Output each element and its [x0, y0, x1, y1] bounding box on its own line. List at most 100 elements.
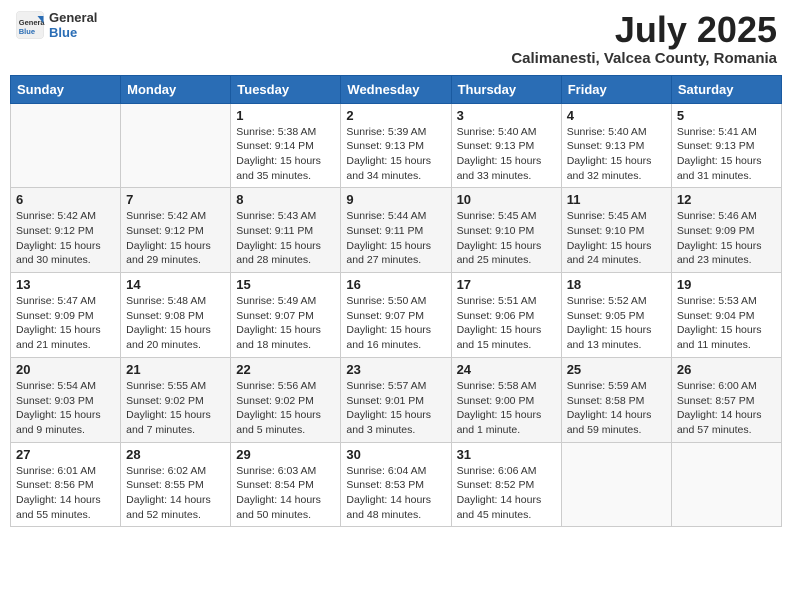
day-detail: Sunrise: 5:48 AM Sunset: 9:08 PM Dayligh…	[126, 294, 225, 353]
calendar-cell: 27 Sunrise: 6:01 AM Sunset: 8:56 PM Dayli…	[11, 442, 121, 527]
day-number: 31	[457, 447, 556, 462]
day-detail: Sunrise: 6:01 AM Sunset: 8:56 PM Dayligh…	[16, 464, 115, 523]
calendar-week-row: 1 Sunrise: 5:38 AM Sunset: 9:14 PM Daylig…	[11, 103, 782, 188]
calendar-cell: 20 Sunrise: 5:54 AM Sunset: 9:03 PM Dayli…	[11, 357, 121, 442]
day-number: 8	[236, 192, 335, 207]
day-number: 5	[677, 108, 776, 123]
weekday-header: Wednesday	[341, 75, 451, 103]
day-number: 23	[346, 362, 445, 377]
svg-text:Blue: Blue	[19, 27, 35, 36]
day-number: 13	[16, 277, 115, 292]
calendar-cell: 17 Sunrise: 5:51 AM Sunset: 9:06 PM Dayli…	[451, 273, 561, 358]
calendar-cell	[671, 442, 781, 527]
day-number: 21	[126, 362, 225, 377]
day-number: 16	[346, 277, 445, 292]
day-detail: Sunrise: 5:58 AM Sunset: 9:00 PM Dayligh…	[457, 379, 556, 438]
calendar-cell: 6Sunrise: 5:42 AM Sunset: 9:12 PM Daylig…	[11, 188, 121, 273]
calendar-cell: 30 Sunrise: 6:04 AM Sunset: 8:53 PM Dayli…	[341, 442, 451, 527]
day-number: 29	[236, 447, 335, 462]
logo-blue-text: Blue	[49, 25, 97, 40]
day-detail: Sunrise: 6:06 AM Sunset: 8:52 PM Dayligh…	[457, 464, 556, 523]
day-number: 17	[457, 277, 556, 292]
calendar-cell: 5Sunrise: 5:41 AM Sunset: 9:13 PM Daylig…	[671, 103, 781, 188]
calendar-cell: 2 Sunrise: 5:39 AM Sunset: 9:13 PM Daylig…	[341, 103, 451, 188]
day-detail: Sunrise: 5:44 AM Sunset: 9:11 PM Dayligh…	[346, 209, 445, 268]
day-detail: Sunrise: 6:02 AM Sunset: 8:55 PM Dayligh…	[126, 464, 225, 523]
day-number: 18	[567, 277, 666, 292]
month-year-title: July 2025	[511, 10, 777, 50]
weekday-header: Thursday	[451, 75, 561, 103]
calendar-cell: 24 Sunrise: 5:58 AM Sunset: 9:00 PM Dayli…	[451, 357, 561, 442]
day-number: 28	[126, 447, 225, 462]
calendar-cell: 22Sunrise: 5:56 AM Sunset: 9:02 PM Dayli…	[231, 357, 341, 442]
day-number: 15	[236, 277, 335, 292]
day-detail: Sunrise: 6:04 AM Sunset: 8:53 PM Dayligh…	[346, 464, 445, 523]
day-detail: Sunrise: 5:57 AM Sunset: 9:01 PM Dayligh…	[346, 379, 445, 438]
day-number: 20	[16, 362, 115, 377]
calendar-cell: 23 Sunrise: 5:57 AM Sunset: 9:01 PM Dayli…	[341, 357, 451, 442]
day-number: 14	[126, 277, 225, 292]
day-number: 25	[567, 362, 666, 377]
day-detail: Sunrise: 5:51 AM Sunset: 9:06 PM Dayligh…	[457, 294, 556, 353]
day-detail: Sunrise: 5:45 AM Sunset: 9:10 PM Dayligh…	[457, 209, 556, 268]
day-detail: Sunrise: 5:40 AM Sunset: 9:13 PM Dayligh…	[567, 125, 666, 184]
day-number: 9	[346, 192, 445, 207]
day-detail: Sunrise: 5:42 AM Sunset: 9:12 PM Dayligh…	[126, 209, 225, 268]
calendar-cell: 11 Sunrise: 5:45 AM Sunset: 9:10 PM Dayli…	[561, 188, 671, 273]
day-detail: Sunrise: 5:50 AM Sunset: 9:07 PM Dayligh…	[346, 294, 445, 353]
day-detail: Sunrise: 5:55 AM Sunset: 9:02 PM Dayligh…	[126, 379, 225, 438]
day-number: 11	[567, 192, 666, 207]
calendar-cell: 13 Sunrise: 5:47 AM Sunset: 9:09 PM Dayli…	[11, 273, 121, 358]
day-detail: Sunrise: 6:03 AM Sunset: 8:54 PM Dayligh…	[236, 464, 335, 523]
calendar-cell	[561, 442, 671, 527]
logo: General Blue General Blue	[15, 10, 97, 40]
calendar-week-row: 6Sunrise: 5:42 AM Sunset: 9:12 PM Daylig…	[11, 188, 782, 273]
calendar-cell: 18Sunrise: 5:52 AM Sunset: 9:05 PM Dayli…	[561, 273, 671, 358]
day-detail: Sunrise: 5:54 AM Sunset: 9:03 PM Dayligh…	[16, 379, 115, 438]
day-number: 12	[677, 192, 776, 207]
day-detail: Sunrise: 5:47 AM Sunset: 9:09 PM Dayligh…	[16, 294, 115, 353]
day-number: 24	[457, 362, 556, 377]
day-detail: Sunrise: 5:49 AM Sunset: 9:07 PM Dayligh…	[236, 294, 335, 353]
day-detail: Sunrise: 5:53 AM Sunset: 9:04 PM Dayligh…	[677, 294, 776, 353]
day-detail: Sunrise: 5:43 AM Sunset: 9:11 PM Dayligh…	[236, 209, 335, 268]
day-detail: Sunrise: 5:39 AM Sunset: 9:13 PM Dayligh…	[346, 125, 445, 184]
day-number: 22	[236, 362, 335, 377]
logo-icon: General Blue	[15, 10, 45, 40]
calendar-cell: 19 Sunrise: 5:53 AM Sunset: 9:04 PM Dayli…	[671, 273, 781, 358]
calendar-cell: 1 Sunrise: 5:38 AM Sunset: 9:14 PM Daylig…	[231, 103, 341, 188]
day-number: 19	[677, 277, 776, 292]
calendar-cell: 15 Sunrise: 5:49 AM Sunset: 9:07 PM Dayli…	[231, 273, 341, 358]
day-number: 30	[346, 447, 445, 462]
day-number: 10	[457, 192, 556, 207]
calendar-cell: 21 Sunrise: 5:55 AM Sunset: 9:02 PM Dayli…	[121, 357, 231, 442]
calendar-cell: 14 Sunrise: 5:48 AM Sunset: 9:08 PM Dayli…	[121, 273, 231, 358]
calendar-cell: 10 Sunrise: 5:45 AM Sunset: 9:10 PM Dayli…	[451, 188, 561, 273]
calendar-cell: 8 Sunrise: 5:43 AM Sunset: 9:11 PM Daylig…	[231, 188, 341, 273]
weekday-header: Monday	[121, 75, 231, 103]
calendar-week-row: 13 Sunrise: 5:47 AM Sunset: 9:09 PM Dayli…	[11, 273, 782, 358]
day-number: 2	[346, 108, 445, 123]
calendar-cell: 25 Sunrise: 5:59 AM Sunset: 8:58 PM Dayli…	[561, 357, 671, 442]
day-number: 1	[236, 108, 335, 123]
day-number: 27	[16, 447, 115, 462]
day-detail: Sunrise: 5:59 AM Sunset: 8:58 PM Dayligh…	[567, 379, 666, 438]
calendar-cell: 16 Sunrise: 5:50 AM Sunset: 9:07 PM Dayli…	[341, 273, 451, 358]
weekday-header: Sunday	[11, 75, 121, 103]
day-detail: Sunrise: 6:00 AM Sunset: 8:57 PM Dayligh…	[677, 379, 776, 438]
calendar-cell	[121, 103, 231, 188]
day-detail: Sunrise: 5:45 AM Sunset: 9:10 PM Dayligh…	[567, 209, 666, 268]
calendar-week-row: 20 Sunrise: 5:54 AM Sunset: 9:03 PM Dayli…	[11, 357, 782, 442]
title-block: July 2025 Calimanesti, Valcea County, Ro…	[511, 10, 777, 67]
calendar-cell: 3Sunrise: 5:40 AM Sunset: 9:13 PM Daylig…	[451, 103, 561, 188]
day-detail: Sunrise: 5:42 AM Sunset: 9:12 PM Dayligh…	[16, 209, 115, 268]
day-detail: Sunrise: 5:38 AM Sunset: 9:14 PM Dayligh…	[236, 125, 335, 184]
logo-general-text: General	[49, 10, 97, 25]
calendar-table: SundayMondayTuesdayWednesdayThursdayFrid…	[10, 75, 782, 528]
calendar-week-row: 27 Sunrise: 6:01 AM Sunset: 8:56 PM Dayli…	[11, 442, 782, 527]
calendar-cell: 12Sunrise: 5:46 AM Sunset: 9:09 PM Dayli…	[671, 188, 781, 273]
day-number: 7	[126, 192, 225, 207]
day-number: 3	[457, 108, 556, 123]
calendar-cell: 4Sunrise: 5:40 AM Sunset: 9:13 PM Daylig…	[561, 103, 671, 188]
weekday-header: Friday	[561, 75, 671, 103]
